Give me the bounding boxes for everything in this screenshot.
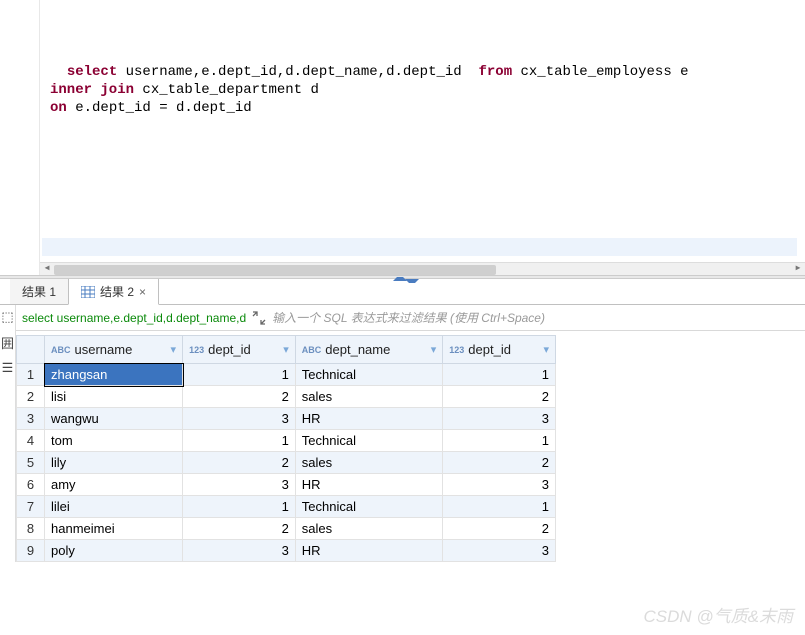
results-grid[interactable]: ABCusername▾ 123dept_id▾ ABCdept_name▾ 1… [16,331,805,562]
splitter-handle-icon[interactable] [353,273,453,283]
row-number[interactable]: 9 [17,540,45,562]
cell[interactable]: Technical [295,430,442,452]
row-number[interactable]: 7 [17,496,45,518]
type-badge: ABC [51,345,71,355]
sql-editor[interactable]: select username,e.dept_id,d.dept_name,d.… [0,0,805,275]
row-number[interactable]: 2 [17,386,45,408]
row-number[interactable]: 4 [17,430,45,452]
cell[interactable]: sales [295,386,442,408]
cell[interactable]: HR [295,408,442,430]
cell[interactable]: 2 [183,452,296,474]
cell[interactable]: lily [45,452,183,474]
cell[interactable]: 3 [183,474,296,496]
cell[interactable]: 2 [183,386,296,408]
close-icon[interactable]: × [139,285,146,299]
cell[interactable]: HR [295,474,442,496]
table-row[interactable]: 1zhangsan1Technical1 [17,364,556,386]
cell[interactable]: lisi [45,386,183,408]
column-name: dept_id [208,342,251,357]
filter-icon[interactable]: ▾ [280,343,289,356]
cell[interactable]: tom [45,430,183,452]
current-line-highlight [42,238,797,256]
cell[interactable]: zhangsan [45,364,183,386]
horizontal-splitter[interactable] [0,275,805,279]
editor-gutter [0,0,40,275]
cell[interactable]: hanmeimei [45,518,183,540]
row-number[interactable]: 6 [17,474,45,496]
cell[interactable]: 2 [443,518,556,540]
cell[interactable]: 1 [443,496,556,518]
table-row[interactable]: 3wangwu3HR3 [17,408,556,430]
filter-input[interactable]: 输入一个 SQL 表达式来过滤结果 (使用 Ctrl+Space) [272,309,545,326]
text-view-icon[interactable]: ☰ [0,356,15,380]
cell[interactable]: 1 [183,496,296,518]
cell[interactable]: wangwu [45,408,183,430]
filter-icon[interactable]: ▾ [168,343,177,356]
row-number[interactable]: 8 [17,518,45,540]
tab-result-1[interactable]: 结果 1 [10,279,68,304]
cell[interactable]: Technical [295,364,442,386]
cell[interactable]: amy [45,474,183,496]
table-row[interactable]: 9poly3HR3 [17,540,556,562]
cell[interactable]: 3 [183,540,296,562]
table-row[interactable]: 6amy3HR3 [17,474,556,496]
row-number[interactable]: 1 [17,364,45,386]
cell[interactable]: Technical [295,496,442,518]
column-name: dept_name [325,342,390,357]
table-row[interactable]: 8hanmeimei2sales2 [17,518,556,540]
tab-label: 结果 1 [22,283,56,300]
column-header[interactable]: 123 dept_id ▾ [443,336,556,364]
column-name: dept_id [468,342,511,357]
type-badge: 123 [189,345,204,355]
column-header[interactable]: 123 dept_id ▾ [183,336,296,364]
filter-icon[interactable]: ▾ [428,343,437,356]
cell[interactable]: HR [295,540,442,562]
cell[interactable]: lilei [45,496,183,518]
tab-label: 结果 2 [100,283,134,300]
filter-icon[interactable]: ▾ [540,343,549,356]
expand-icon[interactable] [252,311,266,325]
cell[interactable]: 3 [443,474,556,496]
type-badge: 123 [449,345,464,355]
watermark: CSDN @气质&末雨 [644,602,794,627]
type-badge: ABC [302,345,322,355]
table-row[interactable]: 7lilei1Technical1 [17,496,556,518]
cell[interactable]: 2 [443,386,556,408]
table-row[interactable]: 4tom1Technical1 [17,430,556,452]
cell[interactable]: 2 [183,518,296,540]
row-header-corner[interactable] [17,336,45,364]
cell[interactable]: sales [295,452,442,474]
cell[interactable]: 3 [183,408,296,430]
column-header[interactable]: ABC username ▾ [45,336,183,364]
table-row[interactable]: 5lily2sales2 [17,452,556,474]
results-left-toolbar: ⬚ 囲 ☰ [0,305,16,562]
cell[interactable]: 2 [443,452,556,474]
grid-icon [81,286,95,298]
query-summary: select username,e.dept_id,d.dept_name,d [22,311,246,325]
results-filter-bar: select username,e.dept_id,d.dept_name,d … [16,305,805,331]
row-number[interactable]: 3 [17,408,45,430]
sql-code: select username,e.dept_id,d.dept_name,d.… [50,64,689,116]
row-number[interactable]: 5 [17,452,45,474]
cell[interactable]: 3 [443,540,556,562]
cell[interactable]: 3 [443,408,556,430]
column-header[interactable]: ABCdept_name ▾ [295,336,442,364]
cell[interactable]: 1 [183,430,296,452]
grid-view-icon[interactable]: 囲 [0,329,15,356]
column-name: username [75,342,133,357]
tab-result-2[interactable]: 结果 2 × [68,278,159,305]
cell[interactable]: 1 [443,364,556,386]
cell[interactable]: 1 [443,430,556,452]
cell[interactable]: sales [295,518,442,540]
table-row[interactable]: 2lisi2sales2 [17,386,556,408]
cell[interactable]: poly [45,540,183,562]
cell[interactable]: 1 [183,364,296,386]
panel-toggle-icon[interactable]: ⬚ [0,305,15,329]
